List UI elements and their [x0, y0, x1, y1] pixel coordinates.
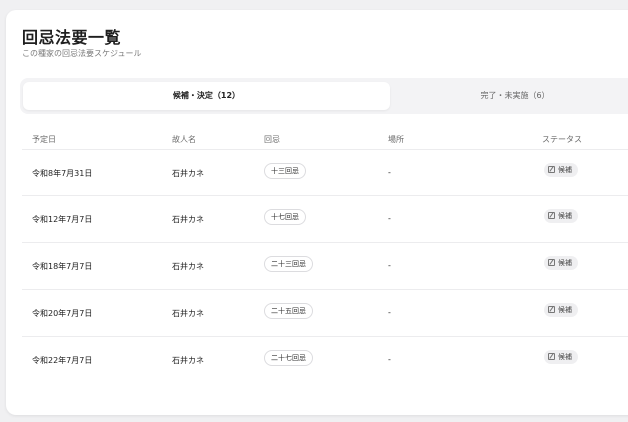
column-header-place: 場所	[388, 135, 404, 144]
tab-candidates[interactable]: 候補・決定（12）	[23, 82, 390, 110]
tab-bar: 候補・決定（12） 完了・未実施（6）	[20, 78, 628, 114]
edit-icon	[548, 306, 555, 313]
row-place: -	[388, 168, 391, 177]
status-badge[interactable]: 候補	[544, 209, 578, 223]
status-label: 候補	[558, 259, 572, 267]
table-row[interactable]: 令和22年7月7日 石井カネ 二十七回忌 - 候補	[22, 336, 628, 383]
row-name: 石井カネ	[172, 309, 204, 318]
status-badge[interactable]: 候補	[544, 163, 578, 177]
row-name: 石井カネ	[172, 356, 204, 365]
row-name: 石井カネ	[172, 215, 204, 224]
table-row[interactable]: 令和18年7月7日 石井カネ 二十三回忌 - 候補	[22, 242, 628, 289]
edit-icon	[548, 212, 555, 219]
row-date: 令和8年7月31日	[32, 169, 93, 178]
column-header-kaiki: 回忌	[264, 135, 280, 144]
row-date: 令和22年7月7日	[32, 356, 93, 365]
kaiki-badge: 二十七回忌	[264, 350, 313, 366]
row-name: 石井カネ	[172, 262, 204, 271]
row-date: 令和12年7月7日	[32, 215, 93, 224]
page-subtitle: この種家の回忌法要スケジュール	[22, 49, 142, 58]
status-label: 候補	[558, 212, 572, 220]
memorial-list-card: 回忌法要一覧 この種家の回忌法要スケジュール 候補・決定（12） 完了・未実施（…	[6, 10, 628, 415]
column-header-date: 予定日	[32, 135, 56, 144]
row-date: 令和18年7月7日	[32, 262, 93, 271]
status-label: 候補	[558, 353, 572, 361]
row-place: -	[388, 355, 391, 364]
kaiki-badge: 二十五回忌	[264, 303, 313, 319]
status-label: 候補	[558, 166, 572, 174]
column-header-name: 故人名	[172, 135, 196, 144]
edit-icon	[548, 259, 555, 266]
table-row[interactable]: 令和12年7月7日 石井カネ 十七回忌 - 候補	[22, 195, 628, 242]
tab-completed[interactable]: 完了・未実施（6）	[392, 82, 628, 110]
table-row[interactable]: 令和20年7月7日 石井カネ 二十五回忌 - 候補	[22, 289, 628, 336]
kaiki-badge: 十七回忌	[264, 209, 306, 225]
column-header-status: ステータス	[542, 135, 582, 144]
row-date: 令和20年7月7日	[32, 309, 93, 318]
page-title: 回忌法要一覧	[22, 28, 122, 47]
edit-icon	[548, 353, 555, 360]
row-place: -	[388, 308, 391, 317]
row-name: 石井カネ	[172, 169, 204, 178]
table-row[interactable]: 令和8年7月31日 石井カネ 十三回忌 - 候補	[22, 149, 628, 196]
row-place: -	[388, 214, 391, 223]
status-badge[interactable]: 候補	[544, 303, 578, 317]
kaiki-badge: 二十三回忌	[264, 256, 313, 272]
status-badge[interactable]: 候補	[544, 256, 578, 270]
edit-icon	[548, 166, 555, 173]
row-place: -	[388, 261, 391, 270]
kaiki-badge: 十三回忌	[264, 163, 306, 179]
status-label: 候補	[558, 306, 572, 314]
status-badge[interactable]: 候補	[544, 350, 578, 364]
